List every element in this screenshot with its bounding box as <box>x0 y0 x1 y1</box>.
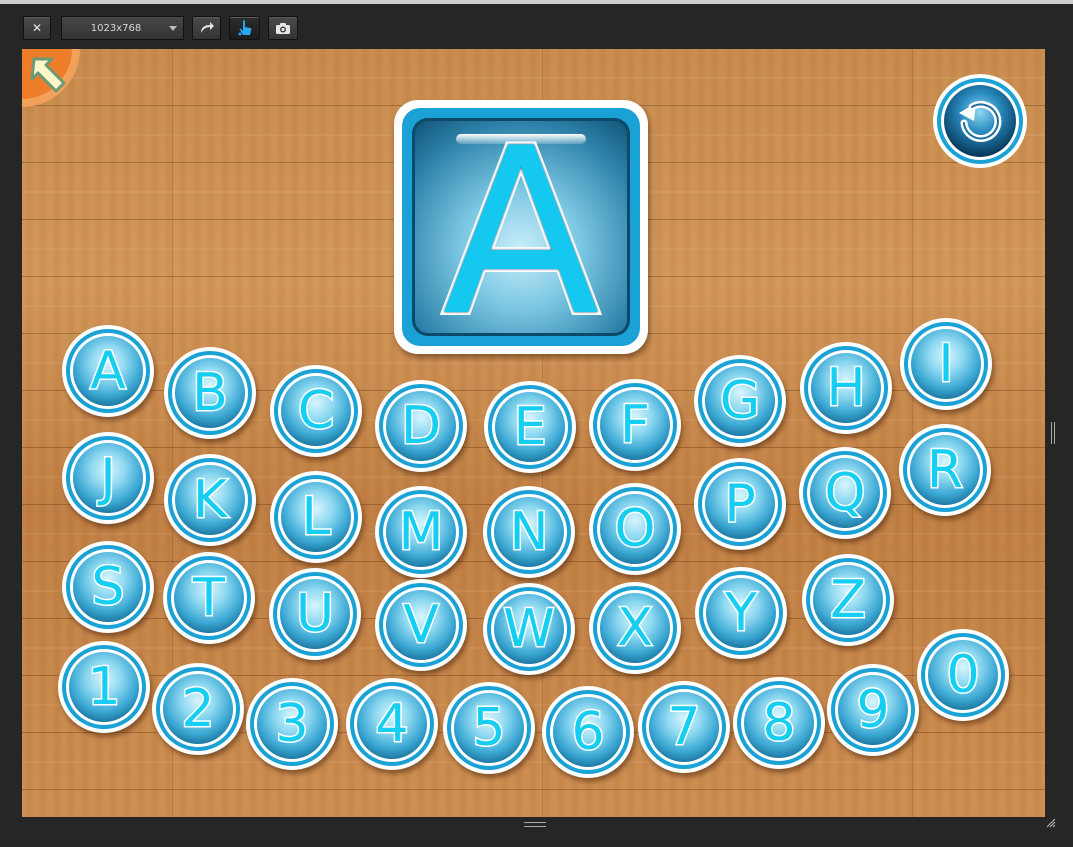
key-label: 0 <box>945 645 981 705</box>
emulator-toolbar: ✕ 1023x768 <box>0 4 1073 46</box>
key-q[interactable]: Q <box>799 447 891 539</box>
camera-icon <box>276 22 290 34</box>
key-label: B <box>191 363 230 423</box>
current-letter-display: A <box>394 100 648 354</box>
key-9[interactable]: 9 <box>827 664 919 756</box>
key-h[interactable]: H <box>800 342 892 434</box>
key-label: V <box>402 595 441 655</box>
key-label: I <box>937 334 955 394</box>
key-label: X <box>616 598 655 658</box>
key-1[interactable]: 1 <box>58 641 150 733</box>
resize-handle-right[interactable] <box>1051 422 1055 444</box>
key-label: 1 <box>86 657 122 717</box>
key-label: U <box>294 584 335 644</box>
key-a[interactable]: A <box>62 325 154 417</box>
key-l[interactable]: L <box>270 471 362 563</box>
key-c[interactable]: C <box>270 365 362 457</box>
chevron-down-icon <box>169 26 177 31</box>
resize-grip-icon[interactable] <box>1046 818 1056 828</box>
key-label: C <box>296 381 335 441</box>
key-label: 6 <box>570 702 606 762</box>
key-d[interactable]: D <box>375 380 467 472</box>
key-v[interactable]: V <box>375 579 467 671</box>
key-t[interactable]: T <box>163 552 255 644</box>
key-label: Q <box>823 463 867 523</box>
rotate-button[interactable] <box>192 16 221 40</box>
key-p[interactable]: P <box>694 458 786 550</box>
resolution-value: 1023x768 <box>90 22 142 34</box>
key-label: L <box>300 487 332 547</box>
back-button[interactable] <box>22 49 82 109</box>
key-label: A <box>89 341 128 401</box>
key-n[interactable]: N <box>483 486 575 578</box>
key-label: 2 <box>180 679 216 739</box>
key-6[interactable]: 6 <box>542 686 634 778</box>
key-i[interactable]: I <box>900 318 992 410</box>
key-label: E <box>512 397 548 457</box>
current-letter: A <box>439 100 602 367</box>
screenshot-button[interactable] <box>268 16 298 40</box>
key-k[interactable]: K <box>164 454 256 546</box>
key-label: 8 <box>761 693 797 753</box>
touch-mode-button[interactable] <box>229 16 260 40</box>
key-label: J <box>99 448 117 508</box>
key-label: S <box>90 557 126 617</box>
resolution-select[interactable]: 1023x768 <box>61 16 184 40</box>
close-icon: ✕ <box>31 21 43 35</box>
key-label: 4 <box>374 694 410 754</box>
touch-icon <box>238 20 251 36</box>
key-label: F <box>619 395 652 455</box>
key-label: K <box>191 470 228 530</box>
game-stage: A A B C D E F G H I J K L M N O P QR S T U V WX Y Z 123 4 5 67890 <box>22 49 1045 817</box>
key-label: W <box>502 599 556 659</box>
key-4[interactable]: 4 <box>346 678 438 770</box>
key-label: 3 <box>274 694 310 754</box>
key-0[interactable]: 0 <box>917 629 1009 721</box>
back-arrow-icon <box>22 49 80 107</box>
key-u[interactable]: U <box>269 568 361 660</box>
key-b[interactable]: B <box>164 347 256 439</box>
key-label: Z <box>829 570 868 630</box>
key-label: D <box>399 396 442 456</box>
resize-handle-bottom[interactable] <box>524 822 546 827</box>
close-button[interactable]: ✕ <box>23 16 51 40</box>
key-g[interactable]: G <box>694 355 786 447</box>
reload-icon <box>933 74 1027 168</box>
key-label: H <box>825 358 867 418</box>
key-label: M <box>397 502 445 562</box>
key-label: O <box>613 499 657 559</box>
key-f[interactable]: F <box>589 379 681 471</box>
key-label: 7 <box>666 697 702 757</box>
key-o[interactable]: O <box>589 483 681 575</box>
key-label: 9 <box>855 680 891 740</box>
key-label: P <box>723 474 757 534</box>
key-label: N <box>508 502 550 562</box>
key-y[interactable]: Y <box>695 567 787 659</box>
key-j[interactable]: J <box>62 432 154 524</box>
key-m[interactable]: M <box>375 486 467 578</box>
key-x[interactable]: X <box>589 582 681 674</box>
key-z[interactable]: Z <box>802 554 894 646</box>
key-5[interactable]: 5 <box>443 682 535 774</box>
key-3[interactable]: 3 <box>246 678 338 770</box>
key-2[interactable]: 2 <box>152 663 244 755</box>
key-label: T <box>192 568 227 628</box>
key-7[interactable]: 7 <box>638 681 730 773</box>
key-label: G <box>718 371 761 431</box>
key-r[interactable]: R <box>899 424 991 516</box>
rotate-icon <box>200 22 214 33</box>
key-label: R <box>925 440 964 500</box>
key-label: 5 <box>471 698 507 758</box>
key-w[interactable]: W <box>483 583 575 675</box>
reload-button[interactable] <box>932 73 1028 169</box>
key-e[interactable]: E <box>484 381 576 473</box>
key-label: Y <box>724 583 759 643</box>
key-8[interactable]: 8 <box>733 677 825 769</box>
key-s[interactable]: S <box>62 541 154 633</box>
